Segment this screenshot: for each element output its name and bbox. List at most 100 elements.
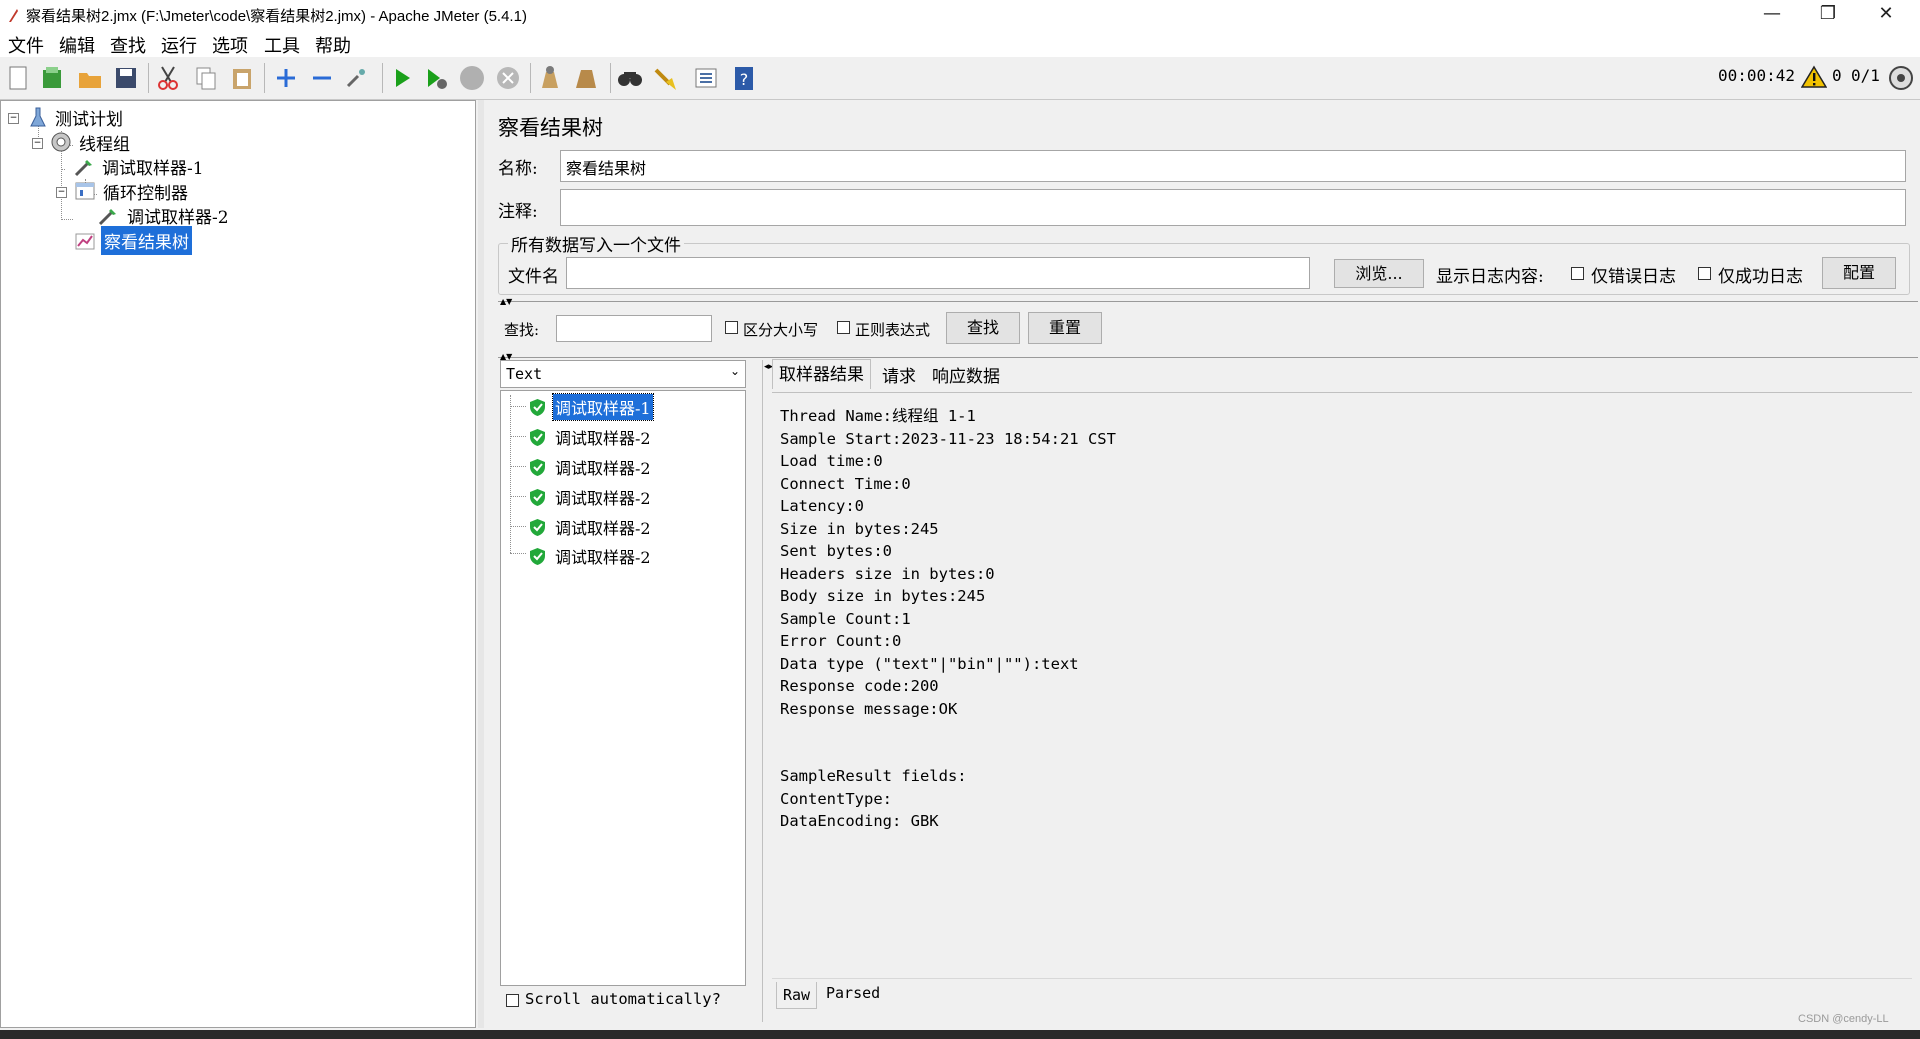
- menu-help[interactable]: 帮助: [315, 32, 351, 58]
- tree-connector: [510, 496, 526, 497]
- tree-item-loop-controller[interactable]: 循环控制器: [103, 179, 188, 204]
- result-item[interactable]: 调试取样器-2: [555, 515, 651, 539]
- tab-raw[interactable]: Raw: [776, 982, 818, 1009]
- result-item[interactable]: 调试取样器-2: [555, 485, 651, 509]
- reset-button[interactable]: 重置: [1028, 312, 1102, 344]
- tree-connector: [61, 219, 73, 220]
- watermark: CSDN @cendy-LL: [1798, 1013, 1889, 1025]
- copy-icon[interactable]: [192, 64, 220, 92]
- clear-all-icon[interactable]: [572, 64, 600, 92]
- warning-count: 0: [1832, 66, 1842, 85]
- sampler-result-text[interactable]: Thread Name:线程组 1-1 Sample Start:2023-11…: [772, 393, 1912, 977]
- close-button[interactable]: ✕: [1858, 0, 1914, 30]
- function-helper-icon[interactable]: [692, 64, 720, 92]
- tree-item-debug-sampler-1[interactable]: 调试取样器-1: [102, 154, 204, 179]
- start-no-pause-icon[interactable]: [422, 64, 450, 92]
- success-shield-icon: [530, 429, 545, 446]
- clear-icon[interactable]: [536, 64, 564, 92]
- tab-parsed[interactable]: Parsed: [820, 980, 886, 1006]
- find-button[interactable]: 查找: [946, 312, 1020, 344]
- case-sensitive-checkbox[interactable]: [725, 321, 738, 334]
- detail-splitter[interactable]: [762, 360, 763, 1022]
- filename-label: 文件名: [508, 267, 559, 287]
- open-icon[interactable]: [76, 64, 104, 92]
- menu-edit[interactable]: 编辑: [59, 32, 95, 58]
- success-shield-icon: [530, 489, 545, 506]
- detail-line: Body size in bytes:245: [780, 587, 986, 605]
- help-icon[interactable]: ?: [730, 64, 758, 92]
- tree-collapse-toggle[interactable]: −: [8, 113, 19, 124]
- name-input[interactable]: 察看结果树: [560, 150, 1906, 182]
- tree-connector: [510, 436, 526, 437]
- menu-run[interactable]: 运行: [161, 32, 197, 58]
- svg-text:?: ?: [740, 70, 749, 89]
- menu-file[interactable]: 文件: [8, 32, 44, 58]
- regex-checkbox[interactable]: [837, 321, 850, 334]
- tree-connector: [510, 395, 511, 553]
- menu-search[interactable]: 查找: [110, 32, 146, 58]
- result-item[interactable]: 调试取样器-2: [555, 544, 651, 568]
- shutdown-icon[interactable]: [494, 64, 522, 92]
- tree-item-debug-sampler-2[interactable]: 调试取样器-2: [127, 203, 229, 228]
- remote-status-icon[interactable]: [1888, 65, 1914, 91]
- detail-line: Latency:0: [780, 497, 864, 515]
- toggle-icon[interactable]: [344, 64, 372, 92]
- scroll-automatically-checkbox[interactable]: [506, 994, 519, 1007]
- filename-input[interactable]: [566, 257, 1310, 289]
- test-plan-tree: − 测试计划 − 线程组 调试取样器-1 − 循环控制器 调试取样器-2 察看结…: [0, 100, 476, 1028]
- save-icon[interactable]: [112, 64, 140, 92]
- result-item[interactable]: 调试取样器-2: [555, 425, 651, 449]
- tab-request[interactable]: 请求: [876, 362, 922, 392]
- paste-icon[interactable]: [228, 64, 256, 92]
- restore-button[interactable]: ❐: [1800, 0, 1856, 30]
- success-shield-icon: [530, 548, 545, 565]
- toolbar-separator: [148, 63, 149, 93]
- tab-sampler-result[interactable]: 取样器结果: [772, 359, 871, 389]
- renderer-value: Text: [506, 365, 543, 383]
- tab-response-data[interactable]: 响应数据: [926, 362, 1006, 392]
- menu-bar: 文件 编辑 查找 运行 选项 工具 帮助: [0, 30, 1920, 57]
- tree-connector: [510, 466, 526, 467]
- tree-item-test-plan[interactable]: 测试计划: [55, 105, 123, 130]
- detail-line: Error Count:0: [780, 632, 902, 650]
- warning-icon[interactable]: [1801, 65, 1827, 89]
- start-icon[interactable]: [388, 64, 416, 92]
- toolbar-separator: [610, 63, 611, 93]
- tree-collapse-toggle[interactable]: −: [56, 187, 67, 198]
- result-item[interactable]: 调试取样器-2: [555, 455, 651, 479]
- errors-only-checkbox[interactable]: [1571, 267, 1584, 280]
- tree-collapse-toggle[interactable]: −: [32, 138, 43, 149]
- bottom-tab-divider: [772, 978, 1912, 979]
- detail-line: Sent bytes:0: [780, 542, 892, 560]
- menu-options[interactable]: 选项: [212, 32, 248, 58]
- tree-connector: [61, 169, 65, 170]
- chevron-down-icon: ⌄: [729, 364, 740, 378]
- cut-icon[interactable]: [154, 64, 182, 92]
- sampler-icon: [98, 209, 116, 226]
- divider: [498, 357, 1918, 358]
- browse-button[interactable]: 浏览...: [1334, 259, 1424, 288]
- stop-icon[interactable]: [458, 64, 486, 92]
- success-shield-icon: [530, 519, 545, 536]
- new-icon[interactable]: [4, 64, 32, 92]
- detail-line: [780, 720, 1116, 743]
- menu-tools[interactable]: 工具: [264, 32, 300, 58]
- tree-item-view-results-tree[interactable]: 察看结果树: [101, 226, 192, 255]
- search-icon[interactable]: [616, 64, 644, 92]
- success-only-checkbox[interactable]: [1698, 267, 1711, 280]
- collapse-icon[interactable]: [308, 64, 336, 92]
- expand-icon[interactable]: [272, 64, 300, 92]
- comment-input[interactable]: [560, 189, 1906, 226]
- result-item[interactable]: 调试取样器-1: [552, 393, 654, 421]
- search-input[interactable]: [556, 315, 712, 342]
- collapse-arrows-icon[interactable]: ▲▼: [500, 297, 512, 306]
- tree-item-thread-group[interactable]: 线程组: [79, 130, 130, 155]
- toolbar-separator: [382, 63, 383, 93]
- detail-line: Load time:0: [780, 452, 883, 470]
- detail-line: Response code:200: [780, 677, 939, 695]
- reset-search-icon[interactable]: [652, 64, 680, 92]
- configure-button[interactable]: 配置: [1822, 257, 1896, 289]
- templates-icon[interactable]: [38, 64, 66, 92]
- renderer-select[interactable]: Text ⌄: [500, 360, 746, 388]
- minimize-button[interactable]: —: [1744, 0, 1800, 30]
